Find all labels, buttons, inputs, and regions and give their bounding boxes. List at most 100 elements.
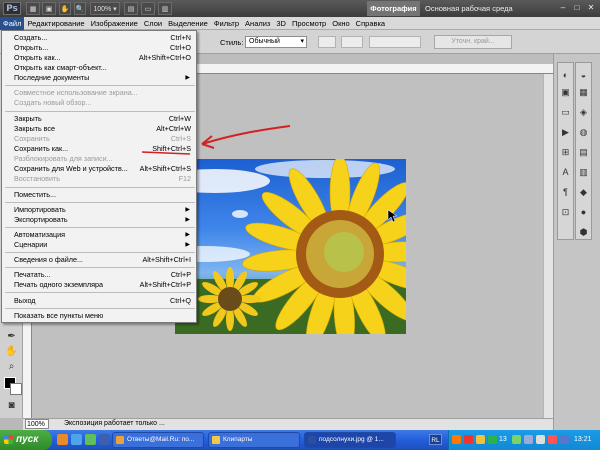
history-icon[interactable]: ◐ [559, 69, 572, 82]
channels-icon[interactable]: ● [577, 206, 590, 219]
screen-mode-icon[interactable]: ▭ [141, 2, 155, 15]
zoom-level-select[interactable]: 100% ▾ [90, 2, 120, 15]
tray-device-icon[interactable] [536, 435, 545, 444]
menu-layers[interactable]: Слои [141, 17, 165, 30]
menu-item-share-screen[interactable]: Совместное использование экрана... [3, 88, 195, 98]
menu-item-save-for-web[interactable]: Сохранить для Web и устройств... Alt+Shif… [3, 164, 195, 174]
hand-tool-icon[interactable]: ✋ [4, 345, 19, 358]
menu-item-shortcut: Alt+Shift+Ctrl+O [138, 53, 191, 62]
zoom-tool-icon[interactable]: ⌕ [4, 360, 19, 373]
styles-icon[interactable]: ◈ [577, 106, 590, 119]
photoshop-quicklaunch-icon[interactable] [99, 434, 110, 445]
menu-item-shortcut: Alt+Shift+Ctrl+P [139, 280, 191, 289]
tool-presets-icon[interactable]: ⊡ [559, 206, 572, 219]
tray-volume-icon[interactable] [524, 435, 533, 444]
task-mail-answers[interactable]: Ответы@Mail.Ru: по... [112, 432, 204, 448]
menu-help[interactable]: Справка [353, 17, 388, 30]
tray-antivirus-icon[interactable] [464, 435, 473, 444]
histogram-icon[interactable]: ▥ [577, 166, 590, 179]
width-field[interactable] [318, 36, 336, 48]
tray-app-icon[interactable] [452, 435, 461, 444]
arrange-icon[interactable]: ▥ [158, 2, 172, 15]
status-text[interactable]: Экспозиция работает только ... [64, 419, 165, 429]
menu-item-new-review[interactable]: Создать новый обзор... [3, 98, 195, 108]
grid-icon[interactable]: ▤ [124, 2, 138, 15]
quick-mask-icon[interactable]: ◙ [4, 399, 19, 412]
menu-item-print[interactable]: Печатать... Ctrl+P [3, 270, 195, 280]
character-icon[interactable]: A [559, 166, 572, 179]
color-icon[interactable]: ◒ [577, 69, 590, 82]
style-select[interactable]: Обычный ▾ [245, 36, 307, 48]
menu-item-label: Открыть... [14, 43, 49, 52]
background-color-swatch[interactable] [10, 383, 22, 395]
minibridge-icon[interactable]: ▣ [42, 2, 56, 15]
menu-3d[interactable]: 3D [273, 17, 289, 30]
hand-tool-icon[interactable]: ✋ [59, 2, 71, 15]
menu-image[interactable]: Изображение [88, 17, 141, 30]
actions-icon[interactable]: ▭ [559, 106, 572, 119]
pen-tool-icon[interactable]: ✒ [4, 330, 19, 343]
workspace-essentials-button[interactable]: Основная рабочая среда [425, 1, 513, 16]
workspace-photography-button[interactable]: Фотография [367, 1, 420, 16]
show-desktop-icon[interactable] [71, 434, 82, 445]
clock[interactable]: 13:21 [574, 430, 592, 450]
horizontal-ruler [175, 64, 553, 74]
menu-item-place[interactable]: Поместить... [3, 190, 195, 200]
file-menu: Создать... Ctrl+N Открыть... Ctrl+O Открыт… [1, 30, 197, 323]
menu-file[interactable]: Файл [0, 16, 25, 30]
menu-item-new[interactable]: Создать... Ctrl+N [3, 33, 195, 43]
masks-icon[interactable]: ◍ [577, 126, 590, 139]
maximize-button[interactable]: □ [572, 2, 582, 14]
vertical-scrollbar[interactable] [543, 74, 553, 418]
browser-icon[interactable] [57, 434, 68, 445]
language-indicator[interactable]: RL [429, 434, 442, 445]
navigator-icon[interactable]: ▤ [577, 146, 590, 159]
menu-item-open-as[interactable]: Открыть как... Alt+Shift+Ctrl+O [3, 53, 195, 63]
menu-item-recent[interactable]: Последние документы ▶ [3, 73, 195, 83]
minimize-button[interactable]: – [558, 2, 568, 14]
menu-filter[interactable]: Фильтр [211, 17, 242, 30]
menu-item-file-info[interactable]: Сведения о файле... Alt+Shift+Ctrl+I [3, 255, 195, 265]
style-select-value: Обычный [249, 38, 280, 45]
menu-window[interactable]: Окно [329, 17, 352, 30]
layers-icon[interactable]: ◆ [577, 186, 590, 199]
menu-item-export[interactable]: Экспортировать ▶ [3, 215, 195, 225]
tray-mail-icon[interactable] [476, 435, 485, 444]
menu-item-show-all[interactable]: Показать все пункты меню [3, 311, 195, 321]
clone-source-icon[interactable]: ⊞ [559, 146, 572, 159]
play-icon[interactable]: ▶ [559, 126, 572, 139]
menu-item-automate[interactable]: Автоматизация ▶ [3, 230, 195, 240]
menu-edit[interactable]: Редактирование [24, 17, 87, 30]
tray-icq-icon[interactable] [488, 435, 497, 444]
menu-analysis[interactable]: Анализ [242, 17, 273, 30]
menu-item-revert[interactable]: Восстановить F12 [3, 174, 195, 184]
swap-field[interactable] [341, 36, 363, 48]
quicklaunch-icon[interactable] [85, 434, 96, 445]
height-field[interactable] [369, 36, 421, 48]
menu-item-print-one-copy[interactable]: Печать одного экземпляра Alt+Shift+Ctrl+P [3, 280, 195, 290]
menu-item-label: Закрыть [14, 114, 42, 123]
zoom-tool-icon[interactable]: 🔍 [74, 2, 86, 15]
windows-flag-icon [4, 435, 13, 444]
menu-item-exit[interactable]: Выход Ctrl+Q [3, 296, 195, 306]
close-button[interactable]: ✕ [586, 2, 596, 14]
status-zoom-field[interactable]: 100% [25, 419, 49, 429]
swatches-icon[interactable]: ▦ [577, 86, 590, 99]
tray-network-icon[interactable] [512, 435, 521, 444]
adjustments-icon[interactable]: ▣ [559, 86, 572, 99]
menu-item-open[interactable]: Открыть... Ctrl+O [3, 43, 195, 53]
menu-item-open-smart-object[interactable]: Открыть как смарт-объект... [3, 63, 195, 73]
task-photoshop-document[interactable]: подсолнухи.jpg @ 1... [304, 432, 396, 448]
tray-misc-icon[interactable] [560, 435, 569, 444]
menu-separator [5, 111, 195, 112]
menu-view[interactable]: Просмотр [289, 17, 329, 30]
menu-select[interactable]: Выделение [165, 17, 211, 30]
refine-edge-button[interactable]: Уточн. край... [434, 35, 512, 49]
bridge-icon[interactable]: ▦ [26, 2, 40, 15]
tray-alert-icon[interactable] [548, 435, 557, 444]
menu-item-scripts[interactable]: Сценарии ▶ [3, 240, 195, 250]
paths-icon[interactable]: ⬢ [577, 226, 590, 239]
paragraph-icon[interactable]: ¶ [559, 186, 572, 199]
task-cliparts-folder[interactable]: Клипарты [208, 432, 300, 448]
menu-item-import[interactable]: Импортировать ▶ [3, 205, 195, 215]
